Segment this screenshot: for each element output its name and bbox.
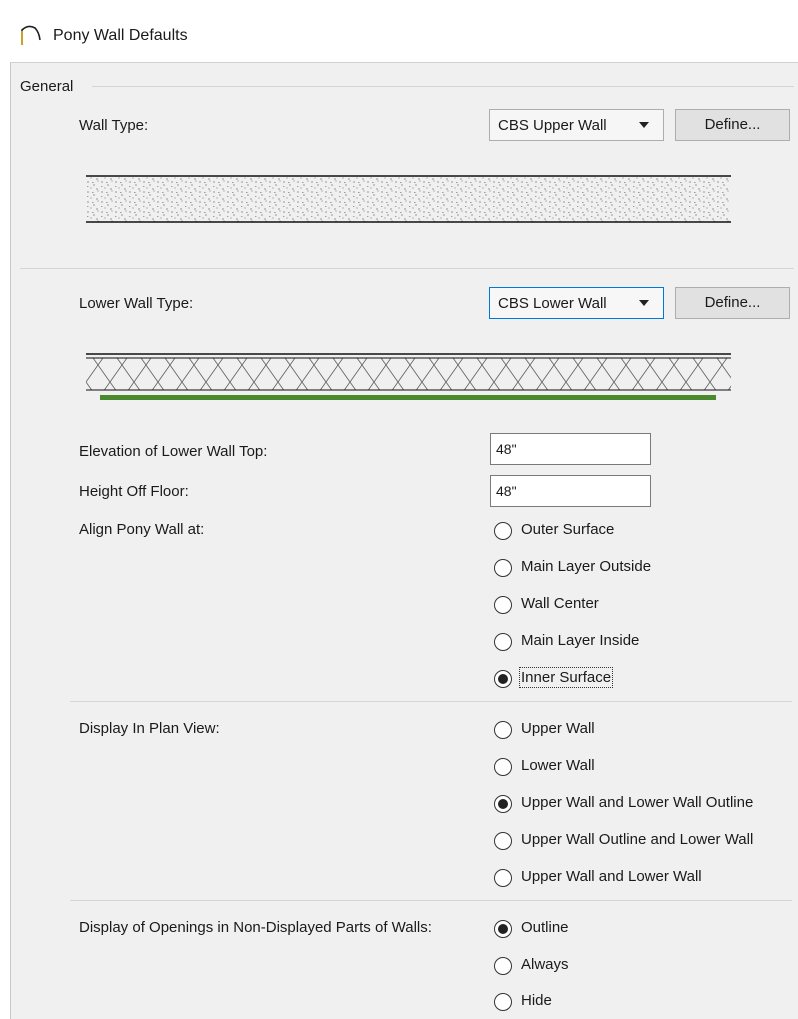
plan-lower-wall-radio[interactable] [494,758,512,776]
openings-outline-label[interactable]: Outline [521,919,569,936]
section-divider [20,268,794,269]
window-title: Pony Wall Defaults [53,27,188,44]
general-group-label: General [20,78,74,95]
plan-upper-and-lower-wall-radio[interactable] [494,869,512,887]
define-lower-wall-button[interactable]: Define... [675,287,790,319]
chevron-down-icon [639,122,649,128]
wall-type-value: CBS Upper Wall [498,117,607,134]
openings-outline-radio[interactable] [494,920,512,938]
chevron-down-icon [639,300,649,306]
upper-wall-preview [86,175,731,223]
align-main-layer-outside-radio[interactable] [494,559,512,577]
plan-upper-wall-lower-outline-label[interactable]: Upper Wall and Lower Wall Outline [521,794,753,811]
openings-always-label[interactable]: Always [521,956,569,973]
wall-type-label: Wall Type: [79,117,149,134]
openings-hide-radio[interactable] [494,993,512,1011]
align-inner-surface-radio[interactable] [494,670,512,688]
lower-wall-type-label: Lower Wall Type: [79,295,194,312]
align-pony-wall-label: Align Pony Wall at: [79,521,205,538]
align-wall-center-label[interactable]: Wall Center [521,595,599,612]
section-divider [70,701,792,702]
plan-upper-and-lower-wall-label[interactable]: Upper Wall and Lower Wall [521,868,702,885]
lower-wall-type-select[interactable]: CBS Lower Wall [489,287,664,319]
plan-upper-outline-lower-wall-label[interactable]: Upper Wall Outline and Lower Wall [521,831,753,848]
lower-wall-type-value: CBS Lower Wall [498,295,607,312]
wall-type-select[interactable]: CBS Upper Wall [489,109,664,141]
general-group-divider [92,86,794,87]
plan-upper-wall-radio[interactable] [494,721,512,739]
height-off-floor-field[interactable]: 48" [490,475,651,507]
pony-wall-icon [21,25,41,45]
align-wall-center-radio[interactable] [494,596,512,614]
lower-wall-preview [86,353,731,400]
plan-lower-wall-label[interactable]: Lower Wall [521,757,595,774]
define-upper-wall-button[interactable]: Define... [675,109,790,141]
align-inner-surface-label[interactable]: Inner Surface [518,667,614,688]
align-outer-surface-radio[interactable] [494,522,512,540]
plan-upper-outline-lower-wall-radio[interactable] [494,832,512,850]
elevation-label: Elevation of Lower Wall Top: [79,443,268,460]
align-main-layer-inside-label[interactable]: Main Layer Inside [521,632,639,649]
openings-hide-label[interactable]: Hide [521,992,552,1009]
dialog-body [10,0,798,1019]
align-outer-surface-label[interactable]: Outer Surface [521,521,614,538]
height-off-floor-label: Height Off Floor: [79,483,189,500]
openings-always-radio[interactable] [494,957,512,975]
align-main-layer-inside-radio[interactable] [494,633,512,651]
display-openings-label: Display of Openings in Non-Displayed Par… [79,919,432,936]
title-bar: Pony Wall Defaults [10,0,798,63]
plan-upper-wall-lower-outline-radio[interactable] [494,795,512,813]
plan-upper-wall-label[interactable]: Upper Wall [521,720,595,737]
display-plan-view-label: Display In Plan View: [79,720,220,737]
align-main-layer-outside-label[interactable]: Main Layer Outside [521,558,651,575]
elevation-field[interactable]: 48" [490,433,651,465]
section-divider [70,900,792,901]
